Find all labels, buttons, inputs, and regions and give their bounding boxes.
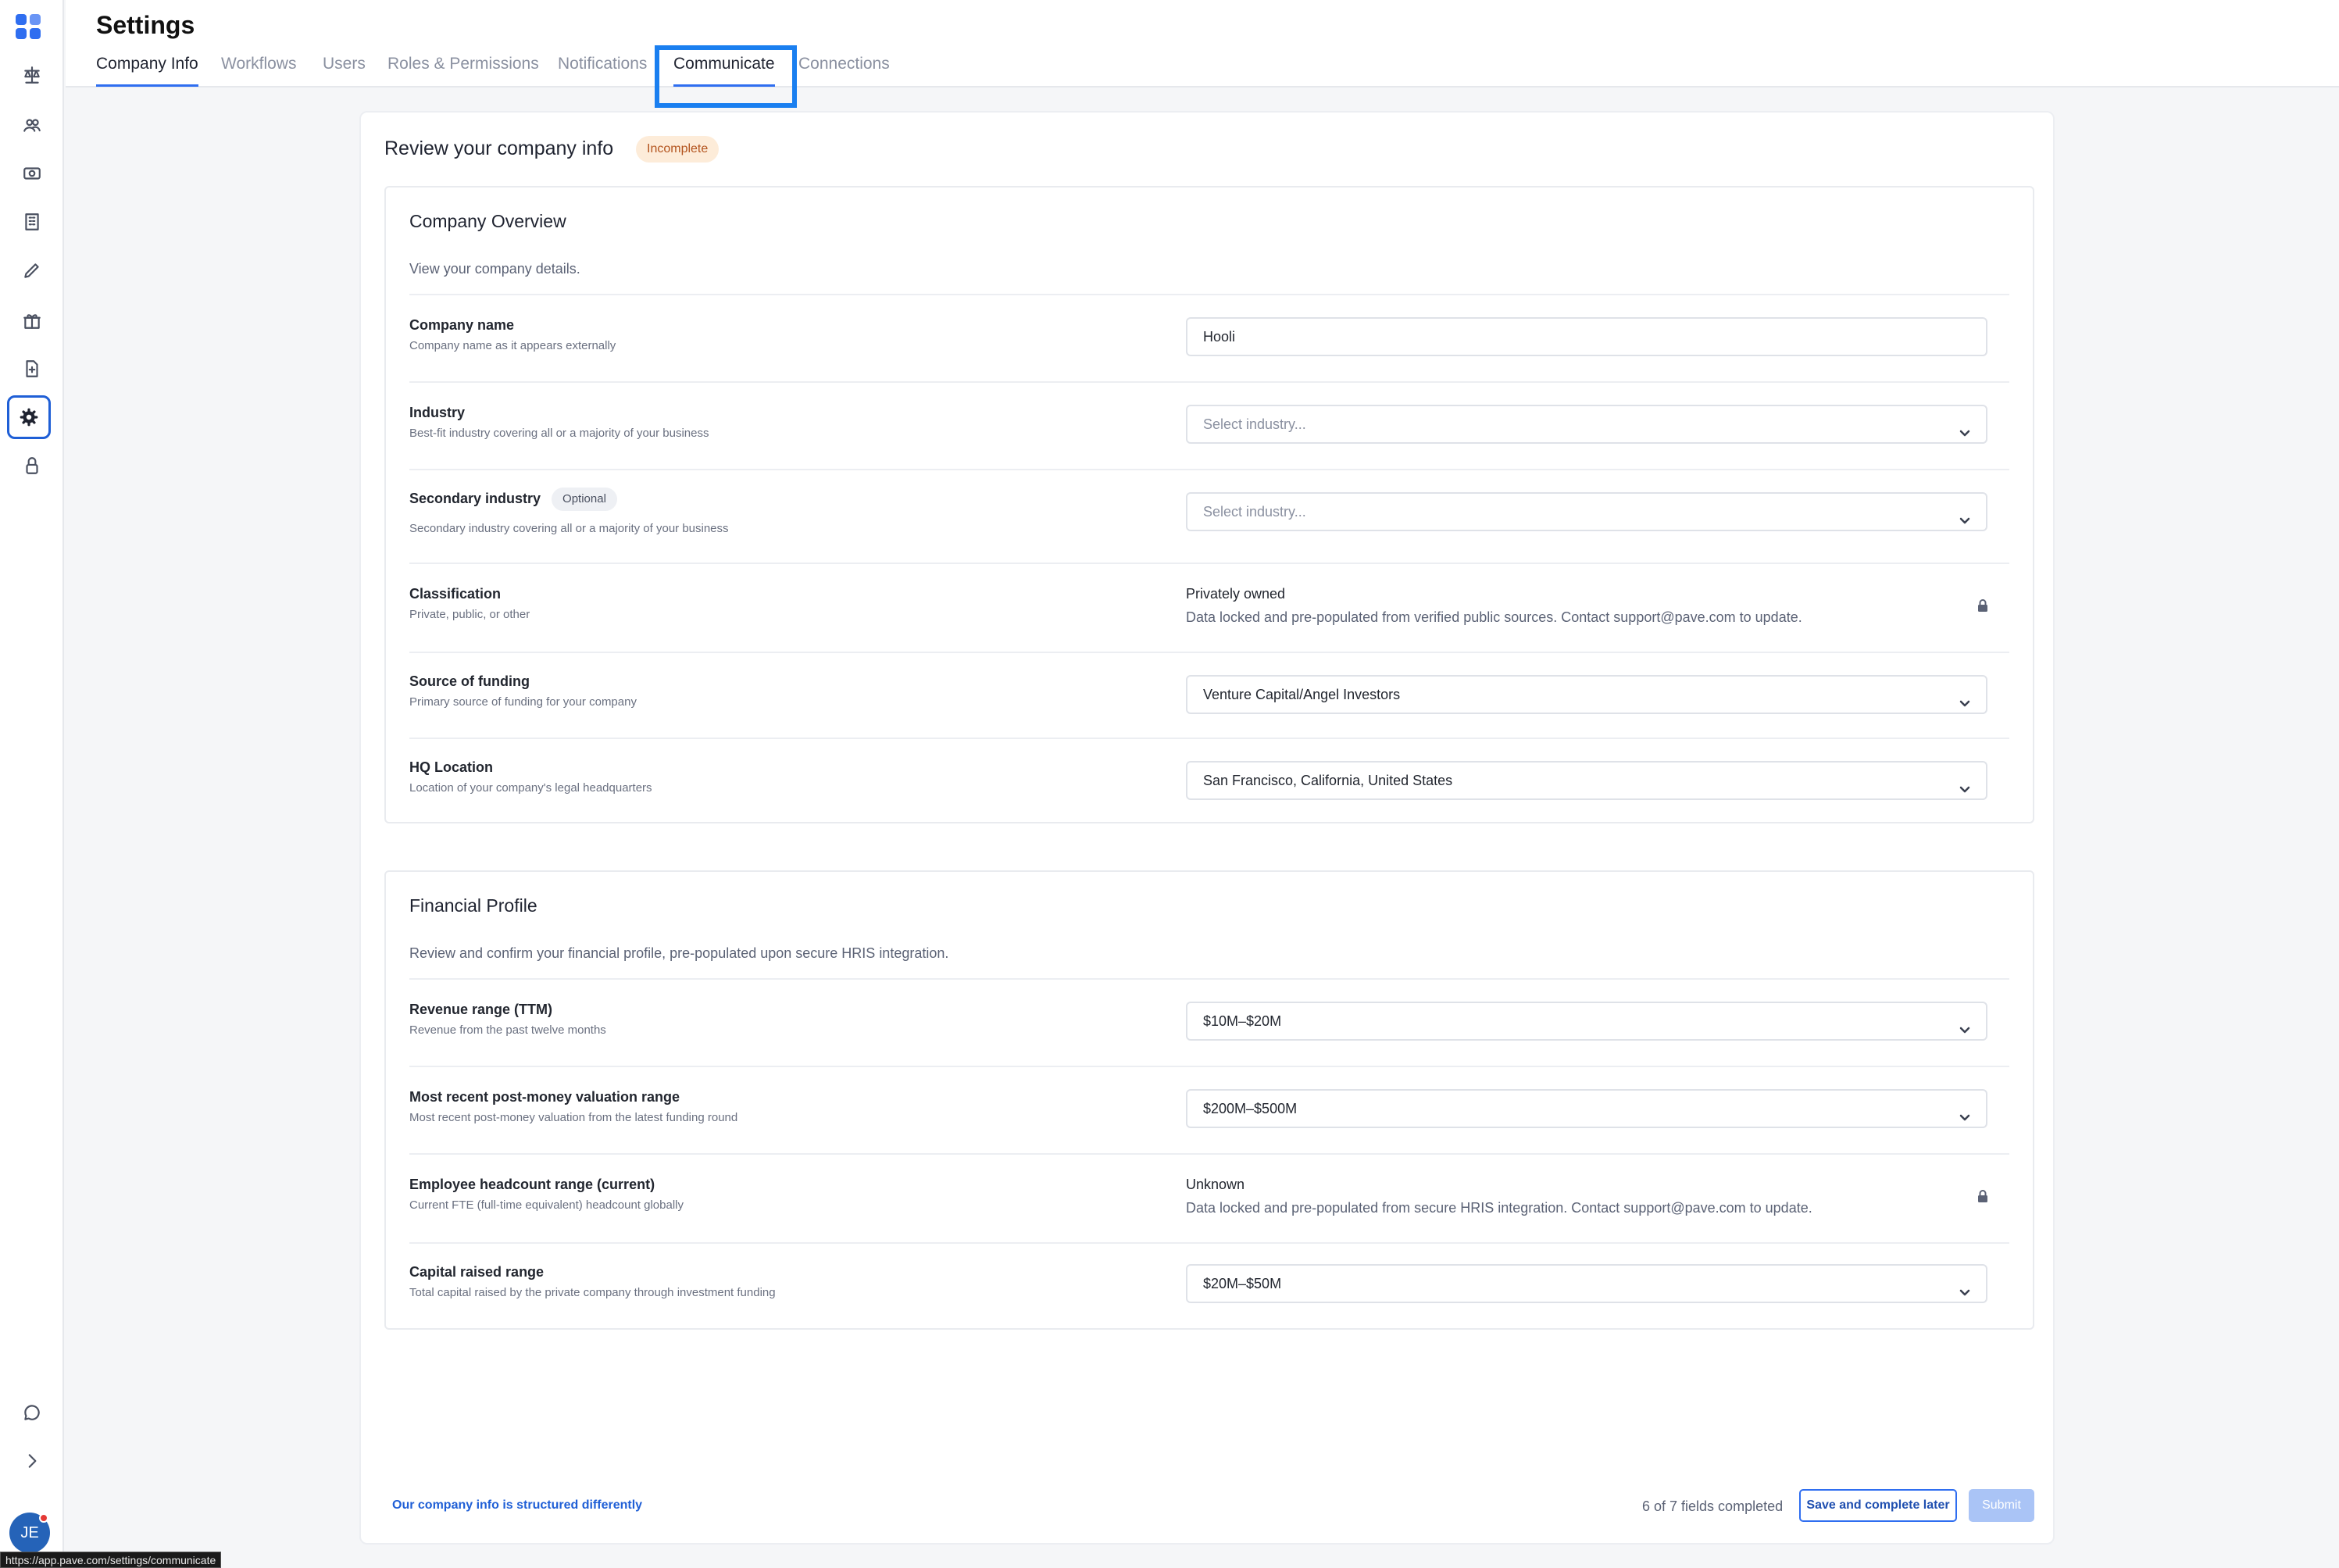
field-label: Classification <box>409 586 502 602</box>
save-and-complete-later-button[interactable]: Save and complete later <box>1799 1489 1957 1522</box>
chevron-down-icon <box>1958 1277 1972 1296</box>
status-badge: Incomplete <box>636 136 720 163</box>
lock-icon <box>1977 1189 1989 1203</box>
revenue-range-select[interactable]: $10M–$20M <box>1186 1002 1987 1041</box>
headcount-range-row: Employee headcount range (current) Curre… <box>409 1153 2009 1242</box>
optional-badge: Optional <box>552 488 617 511</box>
select-value: $200M–$500M <box>1203 1101 1298 1116</box>
section-title: Company Overview <box>409 211 566 231</box>
card-title: Review your company info <box>384 138 614 159</box>
tab-roles-permissions[interactable]: Roles & Permissions <box>387 55 539 84</box>
field-description: Most recent post-money valuation from th… <box>409 1111 738 1124</box>
industry-select[interactable]: Select industry... <box>1186 405 1987 444</box>
field-label: Secondary industry Optional <box>409 488 617 511</box>
fields-progress: 6 of 7 fields completed <box>1642 1498 1784 1514</box>
building-icon[interactable] <box>13 203 51 241</box>
industry-row: Industry Best-fit industry covering all … <box>409 381 2009 469</box>
source-of-funding-select[interactable]: Venture Capital/Angel Investors <box>1186 675 1987 714</box>
scale-icon[interactable] <box>13 56 51 94</box>
company-info-card: Review your company info Incomplete Comp… <box>359 111 2055 1545</box>
company-name-input[interactable]: Hooli <box>1186 317 1987 356</box>
locked-note: Data locked and pre-populated from secur… <box>1186 1200 1812 1216</box>
select-value: $20M–$50M <box>1203 1276 1282 1291</box>
tab-workflows[interactable]: Workflows <box>221 55 296 84</box>
gear-icon[interactable] <box>7 395 51 439</box>
field-label: Source of funding <box>409 673 530 689</box>
money-icon[interactable] <box>13 155 51 192</box>
select-placeholder: Select industry... <box>1203 504 1306 520</box>
field-description: Company name as it appears externally <box>409 339 616 352</box>
field-label: Capital raised range <box>409 1264 545 1280</box>
capital-raised-row: Capital raised range Total capital raise… <box>409 1242 2009 1328</box>
hq-location-row: HQ Location Location of your company's l… <box>409 738 2009 823</box>
capital-raised-select[interactable]: $20M–$50M <box>1186 1264 1987 1303</box>
field-description: Best-fit industry covering all or a majo… <box>409 427 709 440</box>
valuation-range-select[interactable]: $200M–$500M <box>1186 1089 1987 1128</box>
notification-dot <box>39 1513 48 1523</box>
field-label: Employee headcount range (current) <box>409 1177 655 1192</box>
field-description: Location of your company's legal headqua… <box>409 781 652 795</box>
field-label: Industry <box>409 405 466 420</box>
chevron-down-icon <box>1958 417 1972 437</box>
field-description: Revenue from the past twelve months <box>409 1023 606 1037</box>
revenue-range-row: Revenue range (TTM) Revenue from the pas… <box>409 978 2009 1066</box>
select-placeholder: Select industry... <box>1203 416 1306 432</box>
classification-row: Classification Private, public, or other… <box>409 563 2009 652</box>
submit-button[interactable]: Submit <box>1969 1489 2034 1522</box>
tab-connections[interactable]: Connections <box>798 55 890 84</box>
logo-icon[interactable] <box>16 14 41 39</box>
header: Settings Company Info Workflows Users Ro… <box>66 0 2339 88</box>
field-description: Secondary industry covering all or a maj… <box>409 522 729 535</box>
chevron-down-icon <box>1958 688 1972 707</box>
people-icon[interactable] <box>13 106 51 144</box>
locked-note: Data locked and pre-populated from verif… <box>1186 609 1802 625</box>
select-value: San Francisco, California, United States <box>1203 773 1453 788</box>
field-label: HQ Location <box>409 759 493 775</box>
sidebar: JE <box>0 0 64 1568</box>
select-value: Venture Capital/Angel Investors <box>1203 687 1401 702</box>
section-title: Financial Profile <box>409 895 537 916</box>
classification-value: Privately owned <box>1186 586 1286 602</box>
field-label: Most recent post-money valuation range <box>409 1089 680 1105</box>
tab-communicate[interactable]: Communicate <box>673 55 775 84</box>
field-label-text: Secondary industry <box>409 490 541 506</box>
company-overview-section: Company Overview View your company detai… <box>384 186 2034 823</box>
company-name-row: Company name Company name as it appears … <box>409 294 2009 381</box>
tab-users[interactable]: Users <box>323 55 366 84</box>
valuation-range-row: Most recent post-money valuation range M… <box>409 1066 2009 1153</box>
lock-icon[interactable] <box>13 447 51 484</box>
chevron-right-icon[interactable] <box>13 1442 51 1480</box>
chevron-down-icon <box>1958 1102 1972 1121</box>
tab-company-info[interactable]: Company Info <box>96 55 198 87</box>
page-title: Settings <box>96 11 195 39</box>
financial-profile-section: Financial Profile Review and confirm you… <box>384 870 2034 1330</box>
section-subtitle: View your company details. <box>409 261 580 277</box>
document-icon[interactable] <box>13 350 51 388</box>
secondary-industry-row: Secondary industry Optional Secondary ind… <box>409 469 2009 563</box>
tab-notifications[interactable]: Notifications <box>558 55 647 84</box>
select-value: $10M–$20M <box>1203 1013 1282 1029</box>
lock-icon <box>1977 598 1989 613</box>
field-description: Private, public, or other <box>409 608 530 621</box>
chevron-down-icon <box>1958 505 1972 524</box>
communicate-tab-underline <box>673 84 775 87</box>
headcount-value: Unknown <box>1186 1177 1245 1192</box>
source-of-funding-row: Source of funding Primary source of fund… <box>409 652 2009 738</box>
gift-icon[interactable] <box>13 302 51 339</box>
status-url: https://app.pave.com/settings/communicat… <box>0 1552 222 1568</box>
field-description: Total capital raised by the private comp… <box>409 1286 776 1299</box>
chevron-down-icon <box>1958 1014 1972 1034</box>
hq-location-select[interactable]: San Francisco, California, United States <box>1186 761 1987 800</box>
field-label: Company name <box>409 317 515 333</box>
section-subtitle: Review and confirm your financial profil… <box>409 945 949 961</box>
chat-icon[interactable] <box>13 1394 51 1431</box>
field-description: Primary source of funding for your compa… <box>409 695 637 709</box>
field-label: Revenue range (TTM) <box>409 1002 553 1017</box>
field-description: Current FTE (full-time equivalent) headc… <box>409 1198 684 1212</box>
pencil-icon[interactable] <box>13 252 51 289</box>
secondary-industry-select[interactable]: Select industry... <box>1186 492 1987 531</box>
structured-differently-link[interactable]: Our company info is structured different… <box>392 1498 642 1513</box>
chevron-down-icon <box>1958 773 1972 793</box>
